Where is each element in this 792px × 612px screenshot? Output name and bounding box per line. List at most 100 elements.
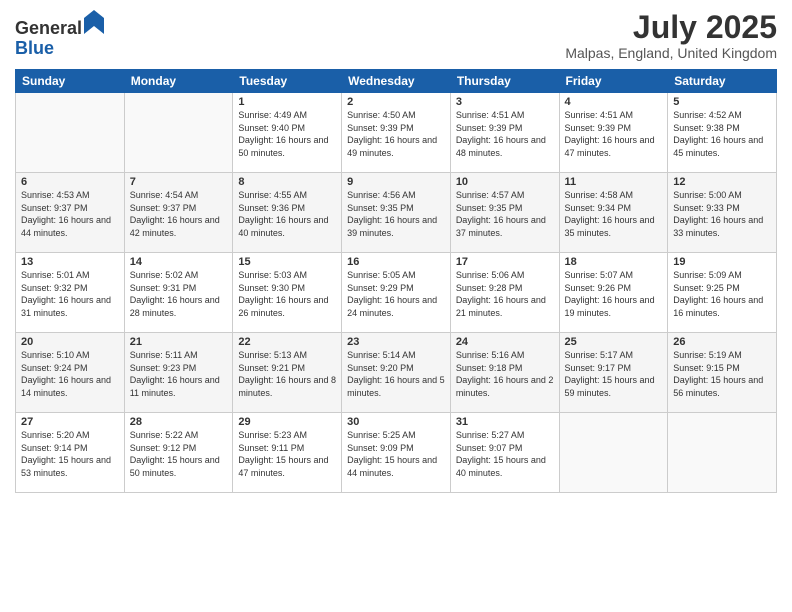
- day-info: Sunrise: 4:53 AM Sunset: 9:37 PM Dayligh…: [21, 189, 119, 239]
- header-friday: Friday: [559, 70, 668, 93]
- calendar-table: Sunday Monday Tuesday Wednesday Thursday…: [15, 69, 777, 493]
- table-row: 3Sunrise: 4:51 AM Sunset: 9:39 PM Daylig…: [450, 93, 559, 173]
- day-number: 9: [347, 176, 445, 188]
- calendar-week-row: 6Sunrise: 4:53 AM Sunset: 9:37 PM Daylig…: [16, 173, 777, 253]
- day-number: 12: [673, 176, 771, 188]
- day-info: Sunrise: 5:09 AM Sunset: 9:25 PM Dayligh…: [673, 269, 771, 319]
- day-info: Sunrise: 4:58 AM Sunset: 9:34 PM Dayligh…: [565, 189, 663, 239]
- day-info: Sunrise: 5:03 AM Sunset: 9:30 PM Dayligh…: [238, 269, 336, 319]
- day-info: Sunrise: 5:27 AM Sunset: 9:07 PM Dayligh…: [456, 429, 554, 479]
- day-info: Sunrise: 5:02 AM Sunset: 9:31 PM Dayligh…: [130, 269, 228, 319]
- table-row: 17Sunrise: 5:06 AM Sunset: 9:28 PM Dayli…: [450, 253, 559, 333]
- table-row: 8Sunrise: 4:55 AM Sunset: 9:36 PM Daylig…: [233, 173, 342, 253]
- title-section: July 2025 Malpas, England, United Kingdo…: [565, 10, 777, 61]
- day-info: Sunrise: 5:23 AM Sunset: 9:11 PM Dayligh…: [238, 429, 336, 479]
- table-row: 9Sunrise: 4:56 AM Sunset: 9:35 PM Daylig…: [342, 173, 451, 253]
- header-saturday: Saturday: [668, 70, 777, 93]
- day-info: Sunrise: 5:01 AM Sunset: 9:32 PM Dayligh…: [21, 269, 119, 319]
- header-thursday: Thursday: [450, 70, 559, 93]
- calendar-week-row: 20Sunrise: 5:10 AM Sunset: 9:24 PM Dayli…: [16, 333, 777, 413]
- day-number: 15: [238, 256, 336, 268]
- table-row: 26Sunrise: 5:19 AM Sunset: 9:15 PM Dayli…: [668, 333, 777, 413]
- day-number: 4: [565, 96, 663, 108]
- calendar-page: General Blue July 2025 Malpas, England, …: [0, 0, 792, 612]
- table-row: 15Sunrise: 5:03 AM Sunset: 9:30 PM Dayli…: [233, 253, 342, 333]
- table-row: 16Sunrise: 5:05 AM Sunset: 9:29 PM Dayli…: [342, 253, 451, 333]
- table-row: [668, 413, 777, 493]
- table-row: 24Sunrise: 5:16 AM Sunset: 9:18 PM Dayli…: [450, 333, 559, 413]
- day-number: 28: [130, 416, 228, 428]
- day-info: Sunrise: 4:51 AM Sunset: 9:39 PM Dayligh…: [565, 109, 663, 159]
- table-row: 23Sunrise: 5:14 AM Sunset: 9:20 PM Dayli…: [342, 333, 451, 413]
- day-info: Sunrise: 5:05 AM Sunset: 9:29 PM Dayligh…: [347, 269, 445, 319]
- day-number: 18: [565, 256, 663, 268]
- day-info: Sunrise: 5:16 AM Sunset: 9:18 PM Dayligh…: [456, 349, 554, 399]
- table-row: [559, 413, 668, 493]
- day-number: 19: [673, 256, 771, 268]
- table-row: 2Sunrise: 4:50 AM Sunset: 9:39 PM Daylig…: [342, 93, 451, 173]
- day-info: Sunrise: 5:06 AM Sunset: 9:28 PM Dayligh…: [456, 269, 554, 319]
- day-info: Sunrise: 5:14 AM Sunset: 9:20 PM Dayligh…: [347, 349, 445, 399]
- header: General Blue July 2025 Malpas, England, …: [15, 10, 777, 61]
- table-row: 27Sunrise: 5:20 AM Sunset: 9:14 PM Dayli…: [16, 413, 125, 493]
- header-monday: Monday: [124, 70, 233, 93]
- table-row: 1Sunrise: 4:49 AM Sunset: 9:40 PM Daylig…: [233, 93, 342, 173]
- day-number: 25: [565, 336, 663, 348]
- header-sunday: Sunday: [16, 70, 125, 93]
- logo-general-text: General: [15, 18, 82, 38]
- month-year: July 2025: [565, 10, 777, 45]
- day-info: Sunrise: 5:00 AM Sunset: 9:33 PM Dayligh…: [673, 189, 771, 239]
- day-number: 22: [238, 336, 336, 348]
- day-number: 24: [456, 336, 554, 348]
- table-row: 28Sunrise: 5:22 AM Sunset: 9:12 PM Dayli…: [124, 413, 233, 493]
- table-row: 18Sunrise: 5:07 AM Sunset: 9:26 PM Dayli…: [559, 253, 668, 333]
- day-number: 11: [565, 176, 663, 188]
- day-number: 31: [456, 416, 554, 428]
- day-info: Sunrise: 5:07 AM Sunset: 9:26 PM Dayligh…: [565, 269, 663, 319]
- table-row: 29Sunrise: 5:23 AM Sunset: 9:11 PM Dayli…: [233, 413, 342, 493]
- day-info: Sunrise: 4:49 AM Sunset: 9:40 PM Dayligh…: [238, 109, 336, 159]
- day-number: 20: [21, 336, 119, 348]
- day-info: Sunrise: 5:17 AM Sunset: 9:17 PM Dayligh…: [565, 349, 663, 399]
- day-number: 26: [673, 336, 771, 348]
- table-row: 14Sunrise: 5:02 AM Sunset: 9:31 PM Dayli…: [124, 253, 233, 333]
- day-number: 5: [673, 96, 771, 108]
- day-number: 8: [238, 176, 336, 188]
- table-row: 19Sunrise: 5:09 AM Sunset: 9:25 PM Dayli…: [668, 253, 777, 333]
- day-info: Sunrise: 5:25 AM Sunset: 9:09 PM Dayligh…: [347, 429, 445, 479]
- day-number: 3: [456, 96, 554, 108]
- table-row: 6Sunrise: 4:53 AM Sunset: 9:37 PM Daylig…: [16, 173, 125, 253]
- day-info: Sunrise: 4:54 AM Sunset: 9:37 PM Dayligh…: [130, 189, 228, 239]
- header-wednesday: Wednesday: [342, 70, 451, 93]
- logo: General Blue: [15, 10, 104, 59]
- table-row: 30Sunrise: 5:25 AM Sunset: 9:09 PM Dayli…: [342, 413, 451, 493]
- day-info: Sunrise: 4:52 AM Sunset: 9:38 PM Dayligh…: [673, 109, 771, 159]
- day-number: 29: [238, 416, 336, 428]
- table-row: 13Sunrise: 5:01 AM Sunset: 9:32 PM Dayli…: [16, 253, 125, 333]
- day-number: 30: [347, 416, 445, 428]
- table-row: 22Sunrise: 5:13 AM Sunset: 9:21 PM Dayli…: [233, 333, 342, 413]
- logo-blue-text: Blue: [15, 38, 54, 58]
- day-info: Sunrise: 5:11 AM Sunset: 9:23 PM Dayligh…: [130, 349, 228, 399]
- day-number: 16: [347, 256, 445, 268]
- calendar-week-row: 13Sunrise: 5:01 AM Sunset: 9:32 PM Dayli…: [16, 253, 777, 333]
- header-tuesday: Tuesday: [233, 70, 342, 93]
- table-row: [16, 93, 125, 173]
- day-info: Sunrise: 5:20 AM Sunset: 9:14 PM Dayligh…: [21, 429, 119, 479]
- day-number: 17: [456, 256, 554, 268]
- table-row: 21Sunrise: 5:11 AM Sunset: 9:23 PM Dayli…: [124, 333, 233, 413]
- day-info: Sunrise: 5:10 AM Sunset: 9:24 PM Dayligh…: [21, 349, 119, 399]
- day-number: 2: [347, 96, 445, 108]
- day-info: Sunrise: 4:56 AM Sunset: 9:35 PM Dayligh…: [347, 189, 445, 239]
- calendar-header-row: Sunday Monday Tuesday Wednesday Thursday…: [16, 70, 777, 93]
- table-row: 10Sunrise: 4:57 AM Sunset: 9:35 PM Dayli…: [450, 173, 559, 253]
- day-number: 27: [21, 416, 119, 428]
- day-info: Sunrise: 5:13 AM Sunset: 9:21 PM Dayligh…: [238, 349, 336, 399]
- day-number: 6: [21, 176, 119, 188]
- day-number: 13: [21, 256, 119, 268]
- day-number: 21: [130, 336, 228, 348]
- day-number: 14: [130, 256, 228, 268]
- day-number: 23: [347, 336, 445, 348]
- day-number: 7: [130, 176, 228, 188]
- table-row: 31Sunrise: 5:27 AM Sunset: 9:07 PM Dayli…: [450, 413, 559, 493]
